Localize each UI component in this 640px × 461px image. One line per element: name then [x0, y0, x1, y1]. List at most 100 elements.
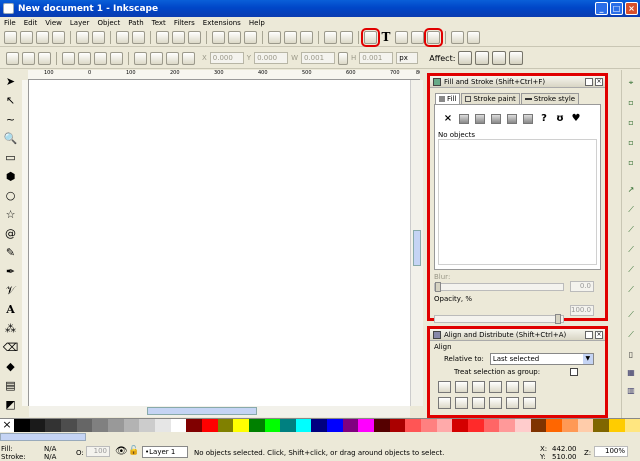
menu-help[interactable]: Help — [249, 19, 265, 27]
opacity-slider[interactable] — [434, 314, 564, 324]
horizontal-scroll-thumb[interactable] — [147, 407, 257, 415]
undo-icon[interactable] — [116, 30, 129, 44]
menu-filters[interactable]: Filters — [174, 19, 195, 27]
color-swatch[interactable] — [217, 419, 234, 432]
copy-icon[interactable] — [156, 30, 169, 44]
save-icon[interactable] — [36, 30, 49, 44]
calligraphy-tool-icon[interactable]: 𝒱 — [3, 283, 18, 298]
snap-smooth-nodes-icon[interactable]: ⟋ — [625, 265, 637, 275]
layers-icon[interactable] — [411, 30, 424, 44]
snap-bbox-midpoint-icon[interactable]: ▫ — [625, 158, 637, 168]
opacity-value[interactable]: 100.0 — [570, 305, 594, 316]
document-properties-icon[interactable] — [467, 30, 480, 44]
menu-object[interactable]: Object — [97, 19, 120, 27]
panel-close-icon[interactable]: × — [595, 330, 603, 339]
swatch-icon[interactable] — [523, 113, 533, 124]
pattern-icon[interactable] — [507, 113, 517, 124]
select-all-layers-icon[interactable] — [22, 51, 35, 65]
color-swatch[interactable] — [201, 419, 218, 432]
star-tool-icon[interactable]: ☆ — [3, 207, 18, 222]
blur-slider-knob[interactable] — [435, 282, 441, 292]
align-left-to-right-icon[interactable] — [506, 381, 519, 393]
maximize-button[interactable]: □ — [610, 2, 623, 15]
color-swatch[interactable] — [593, 419, 609, 432]
color-swatch[interactable] — [608, 419, 625, 432]
lower-to-bottom-icon[interactable] — [182, 51, 195, 65]
xml-editor-icon[interactable] — [395, 30, 408, 44]
lower-icon[interactable] — [166, 51, 179, 65]
tab-stroke-style[interactable]: Stroke style — [520, 93, 580, 104]
snap-page-border-icon[interactable]: ▯ — [625, 350, 637, 360]
text-baseline-icon[interactable] — [523, 397, 536, 409]
color-swatch[interactable] — [92, 419, 108, 432]
new-document-icon[interactable] — [4, 30, 17, 44]
menu-view[interactable]: View — [45, 19, 62, 27]
menu-layer[interactable]: Layer — [70, 19, 90, 27]
snap-cusp-nodes-icon[interactable]: ⟋ — [625, 245, 637, 255]
snap-toggle-icon[interactable]: ⌖ — [625, 78, 637, 88]
pencil-tool-icon[interactable]: ✎ — [3, 245, 18, 260]
menu-edit[interactable]: Edit — [24, 19, 38, 27]
color-swatch[interactable] — [577, 419, 594, 432]
export-icon[interactable] — [92, 30, 105, 44]
color-swatch[interactable] — [327, 419, 343, 432]
align-bottom-edges-icon[interactable] — [489, 397, 502, 409]
color-swatch[interactable] — [624, 419, 640, 432]
scale-stroke-icon[interactable] — [458, 51, 473, 65]
cut-icon[interactable] — [172, 30, 185, 44]
menu-text[interactable]: Text — [152, 19, 166, 27]
preferences-icon[interactable] — [451, 30, 464, 44]
blur-slider[interactable] — [434, 282, 564, 292]
snap-intersections-icon[interactable]: ⟋ — [625, 225, 637, 235]
rotate-ccw-icon[interactable] — [62, 51, 75, 65]
minimize-button[interactable]: _ — [595, 2, 608, 15]
color-swatch[interactable] — [29, 419, 46, 432]
height-input[interactable]: 0.001 — [359, 52, 394, 64]
snap-guides-icon[interactable]: ▥ — [625, 386, 637, 396]
color-swatch[interactable] — [123, 419, 140, 432]
align-top-edges-icon[interactable] — [455, 397, 468, 409]
color-swatch[interactable] — [76, 419, 93, 432]
import-icon[interactable] — [76, 30, 89, 44]
dropper-tool-icon[interactable]: ◩ — [3, 397, 18, 412]
fill-and-stroke-icon[interactable] — [361, 27, 380, 47]
color-swatch[interactable] — [374, 419, 390, 432]
align-and-distribute-icon[interactable] — [424, 27, 443, 47]
pen-tool-icon[interactable]: ✒ — [3, 264, 18, 279]
spray-tool-icon[interactable]: ⁂ — [3, 321, 18, 336]
text-tool-icon[interactable]: A — [3, 302, 18, 317]
color-swatch[interactable] — [264, 419, 281, 432]
selector-tool-icon[interactable]: ➤ — [3, 74, 18, 89]
color-swatch[interactable] — [405, 419, 422, 432]
spiral-tool-icon[interactable]: @ — [3, 226, 18, 241]
x-input[interactable]: 0.000 — [209, 52, 244, 64]
color-swatch[interactable] — [186, 419, 202, 432]
zoom-drawing-icon[interactable] — [228, 30, 241, 44]
ungroup-icon[interactable] — [340, 30, 353, 44]
deselect-icon[interactable] — [38, 51, 51, 65]
no-color-swatch[interactable]: × — [0, 419, 14, 432]
color-swatch[interactable] — [452, 419, 469, 432]
opacity-slider-knob[interactable] — [555, 314, 561, 324]
color-swatch[interactable] — [389, 419, 406, 432]
panel-close-icon[interactable]: × — [595, 77, 603, 86]
color-swatch[interactable] — [499, 419, 515, 432]
vertical-scrollbar[interactable] — [410, 80, 423, 406]
treat-as-group-checkbox[interactable] — [570, 368, 579, 376]
align-top-to-bottom-icon[interactable] — [506, 397, 519, 409]
align-right-to-left-icon[interactable] — [438, 381, 451, 393]
flip-horizontal-icon[interactable] — [94, 51, 107, 65]
panel-iconify-icon[interactable] — [585, 77, 593, 86]
rectangle-tool-icon[interactable]: ▭ — [3, 150, 18, 165]
eraser-tool-icon[interactable]: ⌫ — [3, 340, 19, 355]
color-swatch[interactable] — [14, 419, 30, 432]
raise-icon[interactable] — [150, 51, 163, 65]
paste-icon[interactable] — [188, 30, 201, 44]
color-swatch[interactable] — [295, 419, 312, 432]
snap-centers-icon[interactable]: ⟋ — [625, 310, 637, 320]
fill-rule-nonzero-icon[interactable]: ♥ — [571, 113, 581, 124]
tab-fill[interactable]: Fill — [435, 93, 461, 104]
scale-corners-icon[interactable] — [475, 51, 490, 65]
flat-color-icon[interactable] — [459, 113, 469, 124]
align-left-edges-icon[interactable] — [455, 381, 468, 393]
